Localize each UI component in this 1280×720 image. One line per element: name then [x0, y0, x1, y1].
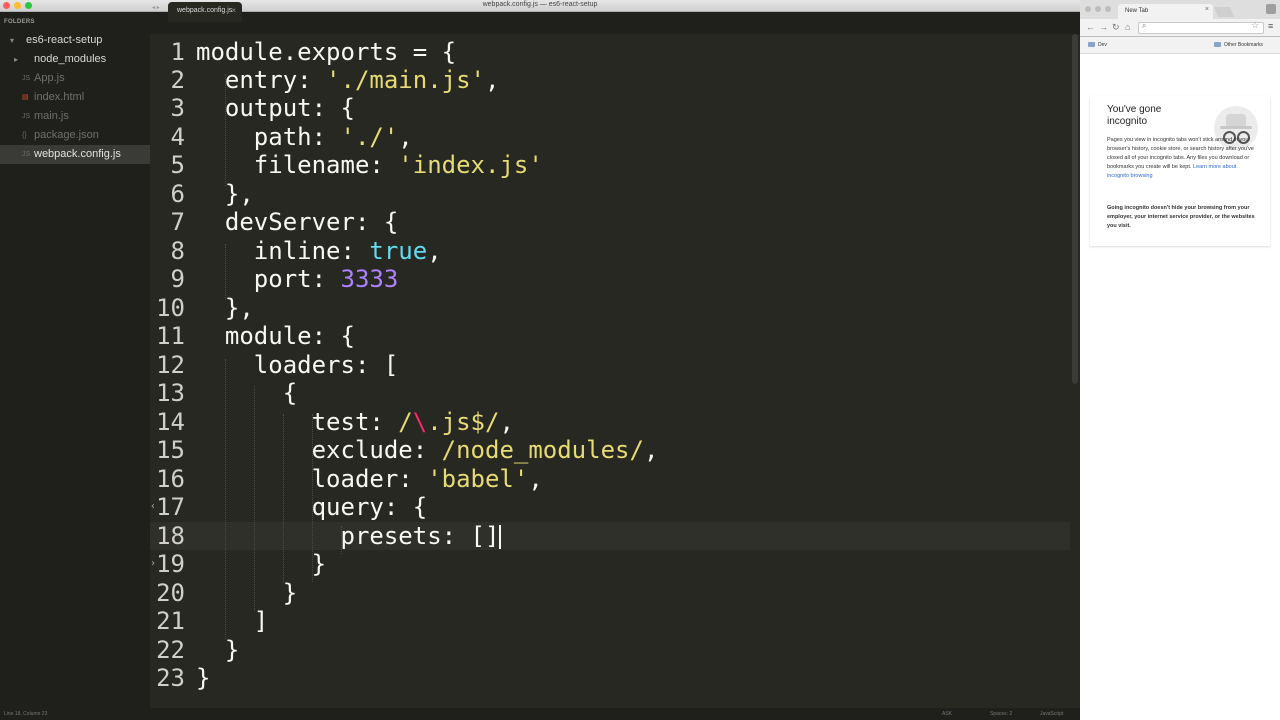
incognito-description: Pages you view in incognito tabs won't s…: [1107, 137, 1254, 179]
incognito-profile-icon[interactable]: [1266, 4, 1276, 14]
sidebar-item-index-html[interactable]: ▤ index.html: [0, 88, 150, 107]
js-file-icon: JS: [22, 151, 31, 158]
editor-window: webpack.config.js — es6-react-setup FOLD…: [0, 0, 1080, 720]
bookmark-star-icon[interactable]: ☆: [1251, 20, 1259, 31]
sidebar-item-app-js[interactable]: JS App.js: [0, 69, 150, 88]
html-file-icon: ▤: [22, 94, 29, 101]
menu-icon[interactable]: ≡: [1268, 21, 1273, 31]
sidebar-header: FOLDERS: [4, 19, 35, 25]
search-icon: ⌕: [1142, 21, 1147, 30]
home-icon[interactable]: ⌂: [1125, 22, 1130, 32]
chevron-down-icon: ▾: [10, 36, 15, 45]
close-window-button[interactable]: [1085, 6, 1091, 12]
sidebar-item-node-modules[interactable]: ▸ node_modules: [0, 50, 150, 69]
browser-tab-new-tab[interactable]: New Tab ×: [1118, 4, 1213, 19]
indentation-setting[interactable]: Spaces: 2: [990, 711, 1012, 717]
incognito-warning: Going incognito doesn't hide your browsi…: [1107, 205, 1255, 229]
tab-nav-arrows-icon[interactable]: ◂ ▸: [152, 4, 160, 11]
bookmark-dev[interactable]: Dev: [1098, 42, 1107, 48]
browser-toolbar: ← → ↻ ⌂ ⌕ ☆ ≡: [1080, 19, 1280, 36]
sidebar-item-webpack-config[interactable]: JS webpack.config.js: [0, 145, 150, 164]
close-icon[interactable]: ×: [1205, 6, 1209, 13]
back-icon[interactable]: ←: [1086, 22, 1095, 32]
tab-webpack-config[interactable]: webpack.config.js ×: [168, 2, 242, 22]
title-bar: webpack.config.js — es6-react-setup: [0, 0, 1080, 12]
js-file-icon: JS: [22, 75, 31, 82]
forward-icon[interactable]: →: [1099, 22, 1108, 32]
address-bar[interactable]: ⌕: [1138, 21, 1264, 34]
maximize-window-button[interactable]: [1105, 6, 1111, 12]
sidebar-item-package-json[interactable]: {} package.json: [0, 126, 150, 145]
text-cursor: [499, 525, 502, 549]
status-bar: Line 18, Column 23 ASK Spaces: 2 JavaScr…: [0, 708, 1080, 720]
chevron-right-icon: ▸: [14, 55, 19, 64]
new-tab-button[interactable]: [1214, 7, 1234, 17]
close-icon[interactable]: ×: [231, 6, 236, 15]
reload-icon[interactable]: ↻: [1112, 22, 1120, 33]
bookmarks-bar: Dev Other Bookmarks: [1080, 37, 1280, 54]
browser-window: New Tab × ← → ↻ ⌂ ⌕ ☆ ≡ Dev Other Bookma…: [1080, 0, 1280, 720]
tab-bar: [150, 12, 1080, 34]
sidebar-item-main-js[interactable]: JS main.js: [0, 107, 150, 126]
json-file-icon: {}: [22, 132, 27, 139]
status-ask[interactable]: ASK: [942, 711, 952, 717]
incognito-title: You've gone incognito: [1107, 104, 1162, 127]
cursor-position: Line 18, Column 23: [4, 711, 48, 717]
folder-icon: [1088, 42, 1095, 47]
syntax-selector[interactable]: JavaScript: [1040, 711, 1063, 717]
browser-frame: New Tab × ← → ↻ ⌂ ⌕ ☆ ≡: [1080, 0, 1280, 37]
js-file-icon: JS: [22, 113, 31, 120]
window-title: webpack.config.js — es6-react-setup: [482, 1, 598, 8]
code-editor[interactable]: 1 module.exports = { 2 entry: './main.js'…: [150, 34, 1070, 704]
bookmark-other[interactable]: Other Bookmarks: [1224, 42, 1263, 48]
sidebar: FOLDERS ▾ es6-react-setup ▸ node_modules…: [0, 12, 150, 720]
incognito-card: You've gone incognito Pages you view in …: [1090, 96, 1270, 246]
minimize-window-button[interactable]: [1095, 6, 1101, 12]
sidebar-project-folder[interactable]: ▾ es6-react-setup: [0, 31, 150, 50]
folder-icon: [1214, 42, 1221, 47]
editor-scrollbar[interactable]: [1072, 34, 1078, 384]
